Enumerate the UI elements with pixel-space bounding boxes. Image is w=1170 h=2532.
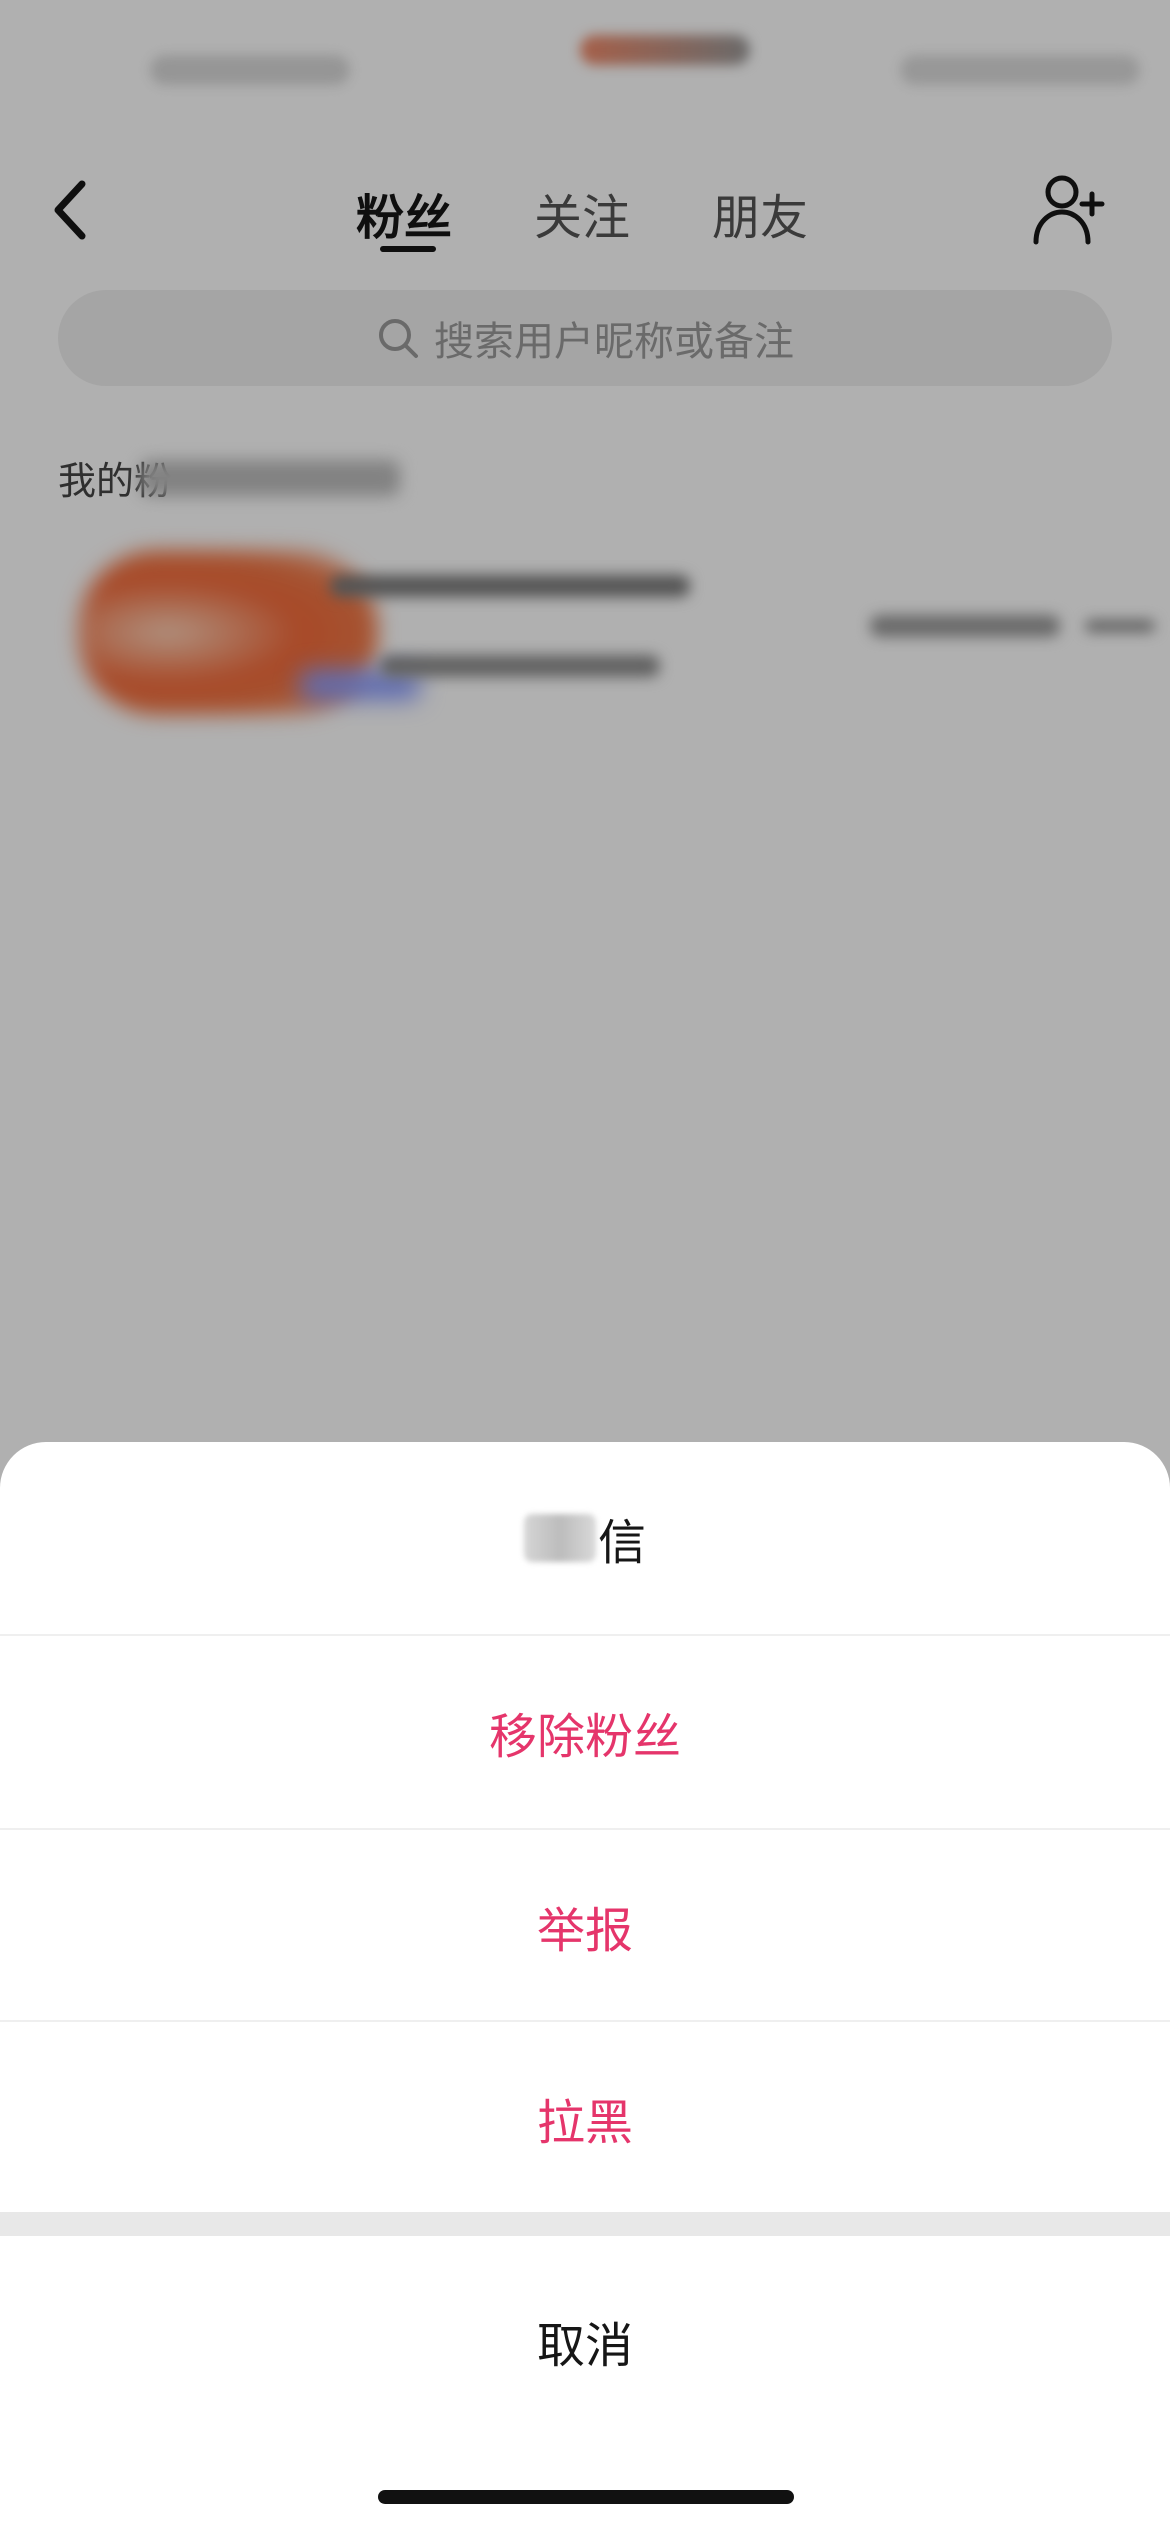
- report-option[interactable]: 举报: [0, 1830, 1170, 2022]
- blurred-text: [523, 1514, 596, 1562]
- send-message-label: 信: [597, 1515, 646, 1571]
- remove-fan-option[interactable]: 移除粉丝: [0, 1636, 1170, 1828]
- action-sheet: 信 移除粉丝 举报 拉黑 取消: [0, 1442, 1170, 2532]
- block-option[interactable]: 拉黑: [0, 2022, 1170, 2214]
- sheet-gap: [0, 2212, 1170, 2236]
- screen: 粉丝 关注 朋友 搜索用户昵称或备注 我的粉 信 移除粉丝 举报 拉黑 取消: [0, 0, 1170, 2532]
- home-indicator: [378, 2490, 794, 2504]
- send-message-option[interactable]: 信: [0, 1442, 1170, 1634]
- cancel-button[interactable]: 取消: [0, 2236, 1170, 2446]
